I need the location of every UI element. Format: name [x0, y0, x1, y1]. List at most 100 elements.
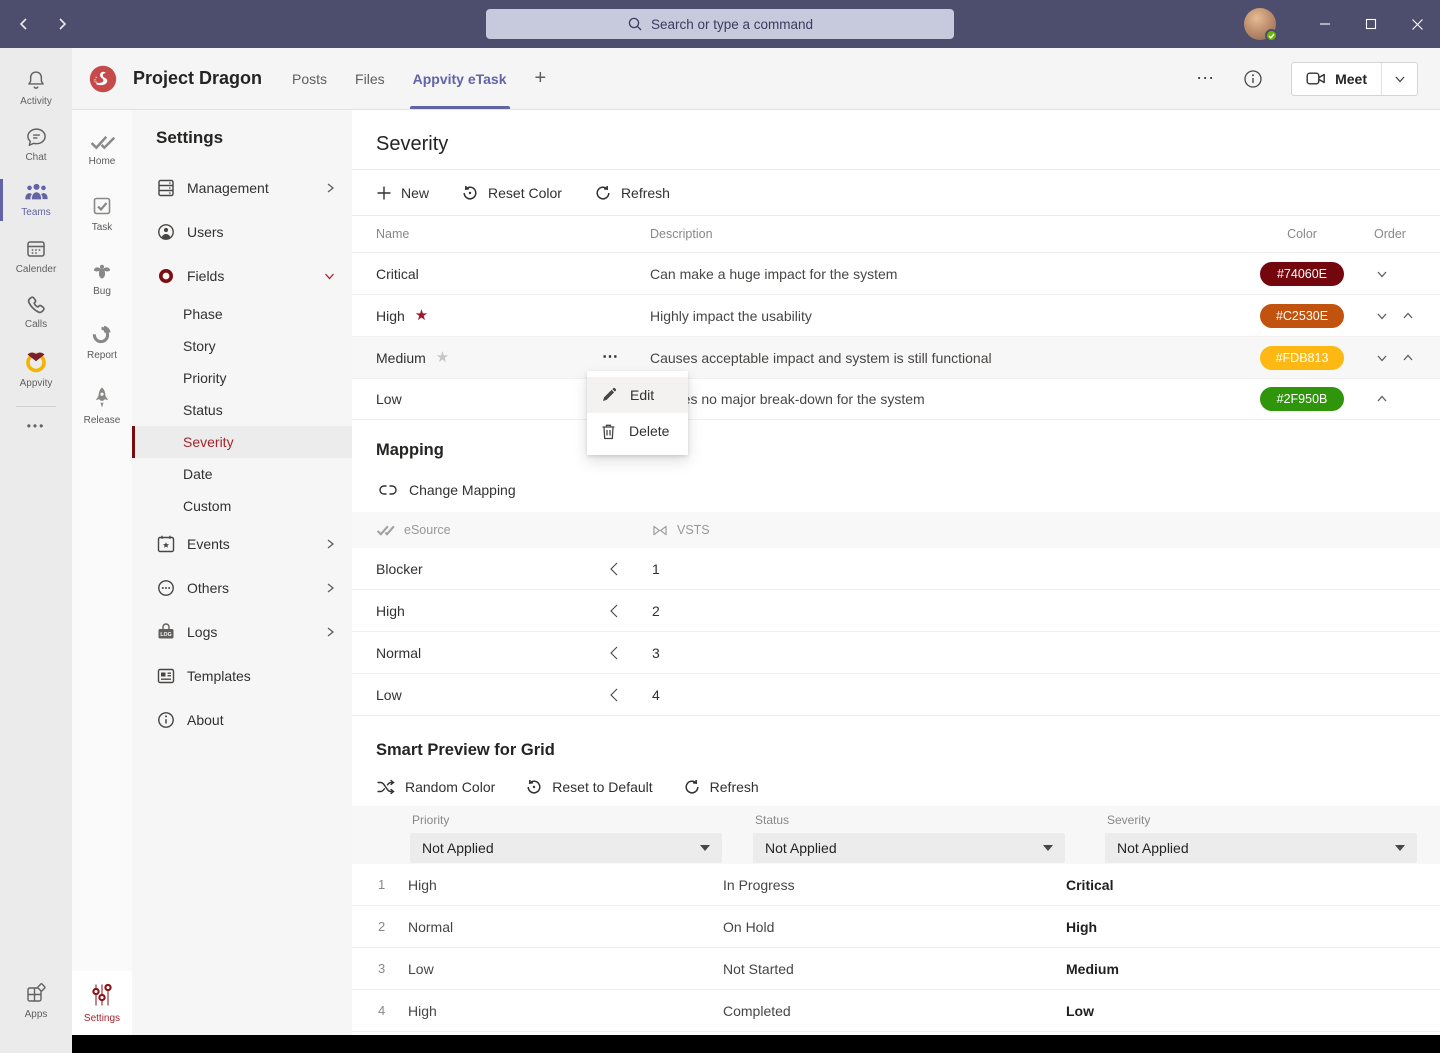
order-up-button[interactable] [1400, 308, 1416, 324]
severity-row-medium[interactable]: Medium ★ ⋯ Causes acceptable impact and … [352, 336, 1440, 378]
rocket-icon [92, 386, 112, 410]
meet-button[interactable]: Meet [1292, 63, 1381, 95]
order-down-button[interactable] [1374, 308, 1390, 324]
mapping-title: Mapping [376, 441, 444, 460]
back-button[interactable] [14, 10, 34, 38]
status-filter-dropdown[interactable]: Not Applied [753, 833, 1065, 863]
context-menu-edit[interactable]: Edit [587, 377, 688, 413]
app-rail: Activity Chat Teams Calender Calls [0, 48, 72, 1053]
sidebar-item-status[interactable]: Status [132, 394, 352, 426]
star-icon[interactable]: ★ [415, 308, 428, 323]
esource-icon [376, 524, 395, 537]
severity-row-high[interactable]: High ★ Highly impact the usability #C253… [352, 294, 1440, 336]
sidebar-item-story[interactable]: Story [132, 330, 352, 362]
module-item-release[interactable]: Release [72, 374, 132, 438]
sidebar-item-users[interactable]: Users [132, 210, 352, 254]
close-icon [1411, 18, 1424, 31]
refresh-button[interactable]: Refresh [594, 184, 670, 202]
search-icon [627, 16, 643, 32]
tab-appvity-etask[interactable]: Appvity eTask [413, 48, 507, 109]
severity-row-critical[interactable]: Critical Can make a huge impact for the … [352, 252, 1440, 294]
priority-filter-dropdown[interactable]: Not Applied [410, 833, 722, 863]
order-down-button[interactable] [1374, 350, 1390, 366]
filter-label-priority: Priority [412, 813, 722, 827]
reset-icon [461, 184, 479, 202]
module-item-home[interactable]: Home [72, 118, 132, 182]
shuffle-icon [376, 779, 396, 795]
severity-row-low[interactable]: Low Causes no major break-down for the s… [352, 378, 1440, 420]
sidebar-item-phase[interactable]: Phase [132, 298, 352, 330]
chevron-left-icon [609, 687, 619, 703]
order-up-button[interactable] [1374, 391, 1390, 407]
mapping-row: Blocker 1 [352, 548, 1440, 590]
search-input[interactable]: Search or type a command [486, 9, 954, 39]
order-down-button[interactable] [1374, 266, 1390, 282]
sidebar-item-events[interactable]: Events [132, 522, 352, 566]
mapping-row: High 2 [352, 590, 1440, 632]
new-button[interactable]: New [376, 185, 429, 201]
sidebar-item-fields[interactable]: Fields [132, 254, 352, 298]
forward-button[interactable] [52, 10, 72, 38]
module-item-report[interactable]: Report [72, 310, 132, 374]
random-color-button[interactable]: Random Color [376, 779, 495, 795]
more-options-button[interactable]: ⋯ [1196, 68, 1215, 89]
rail-item-calendar[interactable]: Calender [0, 228, 72, 284]
sidebar-item-severity[interactable]: Severity [132, 426, 352, 458]
minimize-button[interactable] [1302, 0, 1348, 48]
maximize-button[interactable] [1348, 0, 1394, 48]
module-item-task[interactable]: Task [72, 182, 132, 246]
sidebar-item-management[interactable]: Management [132, 166, 352, 210]
report-pie-icon [91, 323, 113, 345]
chevron-right-icon [324, 626, 336, 638]
sidebar-item-custom[interactable]: Custom [132, 490, 352, 522]
row-context-menu: Edit Delete [587, 371, 688, 455]
change-mapping-button[interactable]: Change Mapping [352, 468, 1440, 512]
order-up-button[interactable] [1400, 350, 1416, 366]
meet-button-group: Meet [1291, 62, 1418, 96]
meet-dropdown-button[interactable] [1381, 63, 1417, 95]
tab-files[interactable]: Files [355, 48, 385, 109]
sidebar-item-priority[interactable]: Priority [132, 362, 352, 394]
team-header: Project Dragon Posts Files Appvity eTask… [72, 48, 1440, 110]
close-button[interactable] [1394, 0, 1440, 48]
star-icon[interactable]: ★ [436, 350, 449, 365]
color-badge[interactable]: #FDB813 [1260, 346, 1344, 370]
rail-item-calls[interactable]: Calls [0, 284, 72, 340]
sidebar-item-date[interactable]: Date [132, 458, 352, 490]
bug-icon [90, 259, 114, 281]
avatar[interactable] [1244, 8, 1276, 40]
chevron-right-icon [324, 582, 336, 594]
module-item-settings[interactable]: Settings [72, 971, 132, 1035]
calendar-star-icon [156, 534, 176, 554]
module-item-bug[interactable]: Bug [72, 246, 132, 310]
color-badge[interactable]: #74060E [1260, 262, 1344, 286]
rail-item-appvity[interactable]: Appvity [0, 340, 72, 396]
rail-item-teams[interactable]: Teams [0, 172, 72, 228]
vsts-icon [652, 524, 668, 537]
severity-filter-dropdown[interactable]: Not Applied [1105, 833, 1417, 863]
chevron-down-icon [1394, 73, 1406, 85]
sidebar-item-templates[interactable]: Templates [132, 654, 352, 698]
rail-item-activity[interactable]: Activity [0, 60, 72, 116]
chevron-left-icon [609, 645, 619, 661]
sidebar-item-logs[interactable]: LOG Logs [132, 610, 352, 654]
rail-more-button[interactable]: ••• [27, 409, 46, 443]
context-menu-delete[interactable]: Delete [587, 413, 688, 449]
sidebar-item-others[interactable]: Others [132, 566, 352, 610]
add-tab-button[interactable]: + [535, 67, 547, 90]
rail-item-chat[interactable]: Chat [0, 116, 72, 172]
reset-color-button[interactable]: Reset Color [461, 184, 562, 202]
rail-item-apps[interactable]: Apps [0, 973, 72, 1029]
home-doublecheck-icon [89, 134, 115, 151]
color-badge[interactable]: #2F950B [1260, 387, 1344, 411]
reset-to-default-button[interactable]: Reset to Default [525, 778, 652, 796]
row-more-button[interactable]: ⋯ [602, 346, 619, 366]
refresh-button[interactable]: Refresh [683, 778, 759, 796]
bell-icon [25, 69, 47, 92]
tab-posts[interactable]: Posts [292, 48, 327, 109]
color-badge[interactable]: #C2530E [1260, 304, 1344, 328]
info-icon[interactable] [1243, 69, 1263, 89]
pencil-icon [601, 387, 617, 403]
task-checkbox-icon [91, 195, 113, 217]
sidebar-item-about[interactable]: About [132, 698, 352, 742]
